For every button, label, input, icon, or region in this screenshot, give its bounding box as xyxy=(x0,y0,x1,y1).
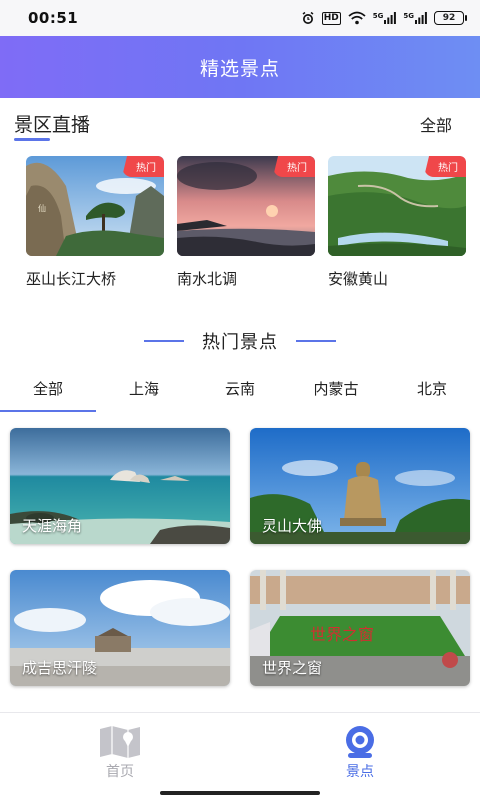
live-thumbnail[interactable]: 热门 xyxy=(177,156,315,256)
nav-item-home[interactable]: 首页 xyxy=(60,725,180,781)
svg-text:仙: 仙 xyxy=(38,203,46,213)
tab-indicator xyxy=(0,410,96,412)
tab-inner-mongolia[interactable]: 内蒙古 xyxy=(288,378,384,399)
nav-label-home: 首页 xyxy=(106,764,134,780)
svg-text:世界之窗: 世界之窗 xyxy=(310,625,374,644)
signal-icon: 5G xyxy=(373,12,397,24)
status-bar: 00:51 HD 5G 5G 92 xyxy=(0,0,480,36)
map-icon xyxy=(100,726,140,758)
attraction-card[interactable]: 天涯海角 xyxy=(10,428,230,544)
wifi-icon xyxy=(348,11,366,25)
live-card[interactable]: 热门 安徽黄山 xyxy=(328,156,466,289)
attraction-name: 成吉思汗陵 xyxy=(22,659,98,677)
live-all-link[interactable]: 全部 xyxy=(420,112,452,136)
camera-icon xyxy=(346,726,374,758)
live-thumbnail[interactable]: 仙 热门 xyxy=(26,156,164,256)
battery-icon: 92 xyxy=(434,11,467,25)
header-bar: 精选景点 xyxy=(0,36,480,98)
attraction-name: 灵山大佛 xyxy=(262,517,323,535)
signal-label: 5G xyxy=(372,12,384,20)
live-section-header: 景区直播 全部 xyxy=(0,98,480,148)
signal-icon: 5G xyxy=(403,12,427,24)
tab-beijing[interactable]: 北京 xyxy=(384,378,480,399)
live-card-name: 安徽黄山 xyxy=(328,270,389,288)
hd-icon: HD xyxy=(321,11,341,25)
nav-label-attractions: 景点 xyxy=(346,764,374,780)
live-title-underline xyxy=(14,138,50,141)
signal-label: 5G xyxy=(403,12,414,20)
main-content[interactable]: 景区直播 全部 仙 热门 巫山长江大桥 热门 南水北调 热门 安徽黄山 热门景点… xyxy=(0,98,480,712)
live-card[interactable]: 热门 南水北调 xyxy=(177,156,315,289)
attraction-card[interactable]: 世界之窗 世界之窗 xyxy=(250,570,470,686)
tab-shanghai[interactable]: 上海 xyxy=(96,378,192,399)
bottom-nav: 首页 景点 xyxy=(0,712,480,800)
attraction-card[interactable]: 灵山大佛 xyxy=(250,428,470,544)
heading-line-left xyxy=(144,340,184,342)
tab-yunnan[interactable]: 云南 xyxy=(192,378,288,399)
live-thumbnail[interactable]: 热门 xyxy=(328,156,466,256)
page-title: 精选景点 xyxy=(199,57,280,80)
status-time: 00:51 xyxy=(28,9,79,27)
hot-tag: 热门 xyxy=(273,156,315,177)
attraction-name: 世界之窗 xyxy=(262,659,323,677)
attraction-name: 天涯海角 xyxy=(22,517,83,535)
hot-tag: 热门 xyxy=(424,156,466,177)
hot-tag: 热门 xyxy=(122,156,164,177)
status-icons: HD 5G 5G 92 xyxy=(301,11,467,25)
home-indicator[interactable] xyxy=(160,791,320,795)
attraction-card[interactable]: 成吉思汗陵 xyxy=(10,570,230,686)
heading-line-right xyxy=(296,340,336,342)
tab-all[interactable]: 全部 xyxy=(0,378,96,399)
live-list[interactable]: 仙 热门 巫山长江大桥 热门 南水北调 热门 安徽黄山 xyxy=(26,156,466,296)
live-card-name: 南水北调 xyxy=(177,270,238,288)
live-section-title: 景区直播 xyxy=(14,114,91,136)
alarm-icon xyxy=(301,11,315,25)
hot-section-title: 热门景点 xyxy=(202,332,278,353)
live-card[interactable]: 仙 热门 巫山长江大桥 xyxy=(26,156,164,289)
region-tabs[interactable]: 全部 上海 云南 内蒙古 北京 xyxy=(0,374,480,414)
hot-section-heading: 热门景点 xyxy=(0,326,480,356)
live-card-name: 巫山长江大桥 xyxy=(26,270,117,288)
nav-item-attractions[interactable]: 景点 xyxy=(300,725,420,781)
